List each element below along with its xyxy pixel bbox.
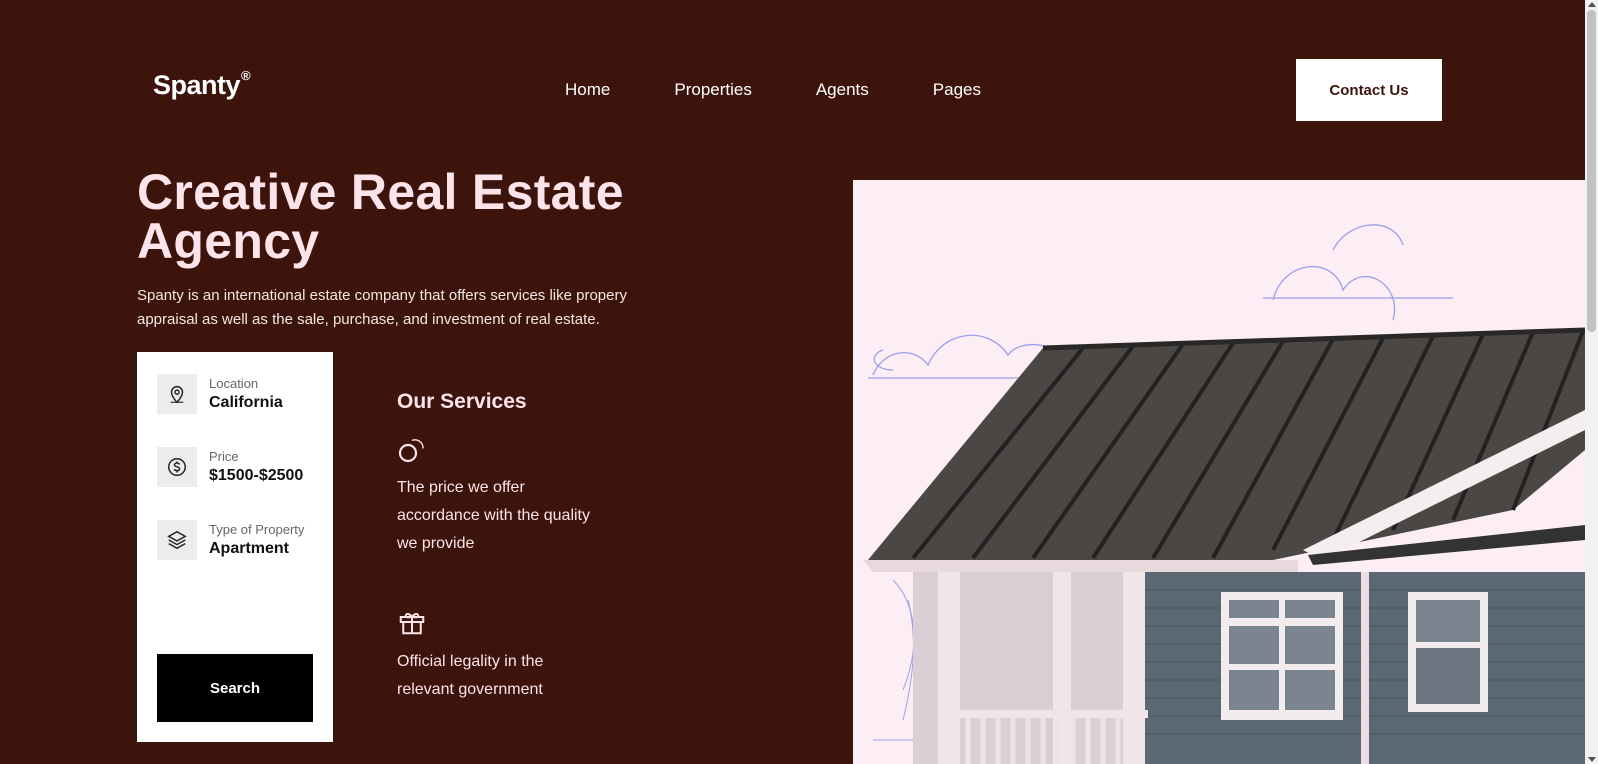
nav-home[interactable]: Home xyxy=(565,80,610,100)
property-type-label: Type of Property xyxy=(209,521,305,537)
hero-title: Creative Real Estate Agency xyxy=(137,164,624,269)
service-text-price: The price we offer accordance with the q… xyxy=(397,479,590,552)
services-title: Our Services xyxy=(397,390,527,413)
scroll-up-icon[interactable] xyxy=(1588,2,1596,7)
property-type-value: Apartment xyxy=(209,539,290,557)
scroll-down-icon[interactable] xyxy=(1588,757,1596,762)
nav-agents[interactable]: Agents xyxy=(816,80,869,100)
service-text-legality: Official legality in the relevant govern… xyxy=(397,653,544,698)
page-scrollbar[interactable] xyxy=(1585,0,1598,764)
search-card: Location California Price $1500-$2500 Ty… xyxy=(137,352,333,742)
price-value: $1500-$2500 xyxy=(209,466,304,484)
dollar-coin-icon xyxy=(157,447,197,487)
registered-mark: ® xyxy=(241,68,251,83)
location-field[interactable]: Location California xyxy=(157,374,283,414)
price-label: Price xyxy=(209,448,239,464)
loading-circle-icon xyxy=(397,434,429,471)
location-value: California xyxy=(209,393,283,411)
search-button[interactable]: Search xyxy=(157,654,313,722)
hero-description: Spanty is an international estate compan… xyxy=(137,287,627,328)
layers-icon xyxy=(157,520,197,560)
price-field[interactable]: Price $1500-$2500 xyxy=(157,447,303,487)
gift-icon xyxy=(397,607,427,642)
property-type-field[interactable]: Type of Property Apartment xyxy=(157,520,304,560)
location-label: Location xyxy=(209,375,259,391)
brand-logo[interactable]: Spanty® xyxy=(153,68,251,101)
brand-name: Spanty xyxy=(153,70,241,100)
scrollbar-thumb[interactable] xyxy=(1587,10,1596,332)
nav-properties[interactable]: Properties xyxy=(674,80,751,100)
contact-us-button[interactable]: Contact Us xyxy=(1296,59,1442,121)
main-nav: Home Properties Agents Pages xyxy=(565,80,1045,100)
nav-pages[interactable]: Pages xyxy=(933,80,981,100)
location-pin-icon xyxy=(157,374,197,414)
house-photo xyxy=(853,180,1585,764)
